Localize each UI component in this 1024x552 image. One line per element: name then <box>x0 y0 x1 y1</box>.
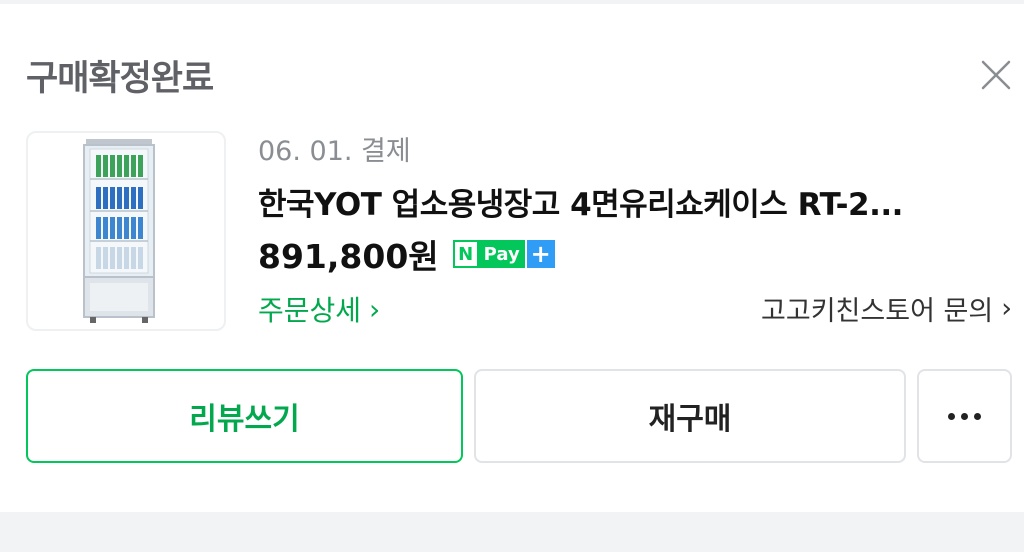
rebuy-button[interactable]: 재구매 <box>474 369 906 463</box>
product-price: 891,800원 <box>258 237 439 276</box>
npay-plus-icon: + <box>526 240 555 268</box>
rebuy-label: 재구매 <box>648 402 732 437</box>
npay-pay-label: Pay <box>478 240 525 268</box>
price-row: 891,800원 N Pay + <box>258 230 555 278</box>
close-button[interactable] <box>975 54 1017 96</box>
seller-inquiry-label: 고고키친스토어 문의 <box>761 296 994 327</box>
close-icon <box>981 60 1011 90</box>
product-name[interactable]: 한국YOT 업소용냉장고 4면유리쇼케이스 RT-2... <box>258 179 998 224</box>
write-review-button[interactable]: 리뷰쓰기 <box>26 369 463 463</box>
order-date: 06. 01. 결제 <box>258 136 411 167</box>
seller-inquiry-link[interactable]: 고고키친스토어 문의 › <box>761 289 1012 328</box>
npay-plus-badge: N Pay + <box>452 240 555 268</box>
more-options-button[interactable] <box>917 369 1012 463</box>
order-card: 구매확정완료 06. 01. 결제 한국YOT 업소용냉장고 4면유리쇼케이스 … <box>0 4 1024 512</box>
more-dots-icon <box>948 412 981 420</box>
order-status-title: 구매확정완료 <box>26 59 214 99</box>
product-thumbnail[interactable] <box>26 131 226 331</box>
order-detail-link[interactable]: 주문상세 › <box>258 289 380 329</box>
npay-n-mark: N <box>452 240 479 268</box>
glass-showcase-fridge-image <box>83 139 155 323</box>
write-review-label: 리뷰쓰기 <box>189 402 300 437</box>
bottom-separator <box>0 512 1024 552</box>
chevron-right-icon: › <box>369 292 381 326</box>
order-detail-label: 주문상세 <box>258 294 362 327</box>
chevron-right-icon: › <box>1001 293 1012 324</box>
